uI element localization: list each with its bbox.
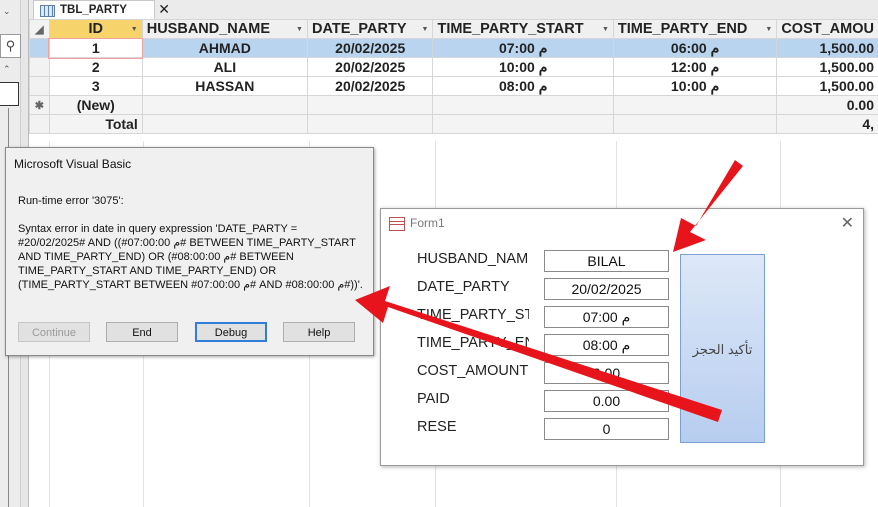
table-row[interactable]: 3 HASSAN 20/02/2025 08:00 م 10:00 م 1,50… <box>29 76 878 96</box>
column-header-time-party-start[interactable]: TIME_PARTY_START ▼ <box>432 19 614 39</box>
cell-empty[interactable] <box>141 95 308 115</box>
confirm-booking-button[interactable]: تأكيد الحجز <box>680 254 765 443</box>
label-paid: PAID <box>417 391 450 407</box>
record-selector[interactable] <box>29 57 50 77</box>
search-icon[interactable]: ⚲ <box>0 34 21 58</box>
cell-husband-name[interactable]: HASSAN <box>141 76 308 96</box>
time-party-start-input[interactable]: 07:00 م <box>544 306 669 328</box>
total-label: Total <box>48 114 143 134</box>
chevron-down-icon[interactable]: ⌄ <box>3 6 11 17</box>
record-selector[interactable] <box>29 76 50 96</box>
date-party-input[interactable]: 20/02/2025 <box>544 278 669 300</box>
cell-time-party-start[interactable]: 10:00 م <box>432 57 614 77</box>
tab-title: TBL_PARTY <box>60 4 127 16</box>
cell-time-party-start[interactable]: 07:00 م <box>432 38 614 58</box>
column-label: ID <box>88 21 104 37</box>
table-icon <box>40 5 55 17</box>
label-date-party: DATE_PARTY <box>417 279 510 295</box>
dropdown-arrow-icon[interactable]: ▼ <box>602 26 609 33</box>
table-row[interactable]: 1 AHMAD 20/02/2025 07:00 م 06:00 م 1,500… <box>29 37 878 59</box>
cell-empty <box>141 114 308 134</box>
column-header-husband-name[interactable]: HUSBAND_NAME ▼ <box>141 19 308 39</box>
column-label: HUSBAND_NAME <box>146 21 270 37</box>
nav-divider <box>8 355 9 507</box>
close-icon[interactable]: ✕ <box>158 0 170 18</box>
new-record-row[interactable]: ✱ (New) 0.00 <box>29 95 878 115</box>
cell-empty[interactable] <box>612 95 778 115</box>
column-label: TIME_PARTY_START <box>437 21 584 37</box>
select-all-corner[interactable]: ◢ <box>29 19 50 39</box>
cell-date-party[interactable]: 20/02/2025 <box>306 76 434 96</box>
nav-item-box[interactable] <box>0 82 19 106</box>
cell-cost-amount[interactable]: 1,500.00 <box>776 76 878 96</box>
cell-cost-amount-new[interactable]: 0.00 <box>776 95 878 115</box>
cell-time-party-end[interactable]: 12:00 م <box>612 57 778 77</box>
cell-husband-name[interactable]: ALI <box>141 57 308 77</box>
rese-input[interactable]: 0 <box>544 418 669 440</box>
cell-empty[interactable] <box>306 95 434 115</box>
end-button[interactable]: End <box>106 322 178 342</box>
cell-time-party-end[interactable]: 06:00 م <box>612 38 778 58</box>
column-header-time-party-end[interactable]: TIME_PARTY_END ▼ <box>612 19 778 39</box>
form1-window: Form1 ✕ HUSBAND_NAME BILAL DATE_PARTY 20… <box>380 208 864 466</box>
cell-date-party[interactable]: 20/02/2025 <box>306 38 434 58</box>
label-time-party-start: TIME_PARTY_START <box>417 307 529 323</box>
document-tab-bar: TBL_PARTY ✕ <box>29 0 878 19</box>
close-icon[interactable]: ✕ <box>841 213 854 233</box>
column-header-cost-amount[interactable]: COST_AMOU <box>776 19 878 39</box>
form-title: Form1 <box>410 216 445 230</box>
paid-input[interactable]: 0.00 <box>544 390 669 412</box>
husband-name-input[interactable]: BILAL <box>544 250 669 272</box>
cell-empty[interactable] <box>432 95 614 115</box>
dialog-title: Microsoft Visual Basic <box>14 157 132 171</box>
total-cost[interactable]: 4, <box>776 114 878 134</box>
new-record-icon[interactable]: ✱ <box>29 95 50 115</box>
table-row[interactable]: 2 ALI 20/02/2025 10:00 م 12:00 م 1,500.0… <box>29 57 878 77</box>
cost-amount-input[interactable]: 0.00 <box>544 362 669 384</box>
column-header-id[interactable]: ID ▼ <box>48 19 143 39</box>
header-row: ◢ ID ▼ HUSBAND_NAME ▼ DATE_PARTY ▼ TIME_PAR… <box>29 19 878 39</box>
cell-empty <box>432 114 614 134</box>
error-code: Run-time error '3075': <box>18 195 124 207</box>
cell-time-party-end[interactable]: 10:00 م <box>612 76 778 96</box>
dropdown-arrow-icon[interactable]: ▼ <box>422 26 429 33</box>
cell-id[interactable]: 1 <box>48 37 144 59</box>
column-label: COST_AMOU <box>781 21 874 37</box>
label-time-party-end: TIME_PARTY_END <box>417 335 529 351</box>
cell-husband-name[interactable]: AHMAD <box>141 38 308 58</box>
column-label: TIME_PARTY_END <box>617 21 748 37</box>
total-row[interactable]: Total 4, <box>29 114 878 134</box>
cell-time-party-start[interactable]: 08:00 م <box>432 76 614 96</box>
dropdown-arrow-icon[interactable]: ▼ <box>765 26 772 33</box>
debug-button[interactable]: Debug <box>195 322 267 342</box>
record-selector[interactable] <box>29 38 50 58</box>
cell-empty <box>612 114 778 134</box>
column-header-date-party[interactable]: DATE_PARTY ▼ <box>306 19 434 39</box>
cell-cost-amount[interactable]: 1,500.00 <box>776 38 878 58</box>
nav-divider <box>8 108 9 148</box>
chevron-up-icon[interactable]: ⌃ <box>3 64 11 75</box>
cell-id[interactable]: 3 <box>48 76 143 96</box>
cell-id-new[interactable]: (New) <box>48 95 143 115</box>
cell-id[interactable]: 2 <box>48 57 143 77</box>
cell-cost-amount[interactable]: 1,500.00 <box>776 57 878 77</box>
cell-date-party[interactable]: 20/02/2025 <box>306 57 434 77</box>
dropdown-arrow-icon[interactable]: ▼ <box>296 26 303 33</box>
label-husband-name: HUSBAND_NAME <box>417 251 529 267</box>
column-label: DATE_PARTY <box>311 21 407 37</box>
continue-button[interactable]: Continue <box>18 322 90 342</box>
form-icon <box>389 217 405 231</box>
dropdown-arrow-icon[interactable]: ▼ <box>131 26 138 33</box>
cell-empty <box>306 114 434 134</box>
tab-tbl-party[interactable]: TBL_PARTY ✕ <box>33 0 170 19</box>
record-selector <box>29 114 50 134</box>
help-button[interactable]: Help <box>283 322 355 342</box>
time-party-end-input[interactable]: 08:00 م <box>544 334 669 356</box>
datasheet-grid: ◢ ID ▼ HUSBAND_NAME ▼ DATE_PARTY ▼ TIME_PAR… <box>29 19 878 134</box>
label-cost-amount: COST_AMOUNT <box>417 363 529 379</box>
error-message: Syntax error in date in query expression… <box>18 223 363 291</box>
label-rese: RESE <box>417 419 457 435</box>
vba-error-dialog: Microsoft Visual Basic Run-time error '3… <box>5 147 374 356</box>
